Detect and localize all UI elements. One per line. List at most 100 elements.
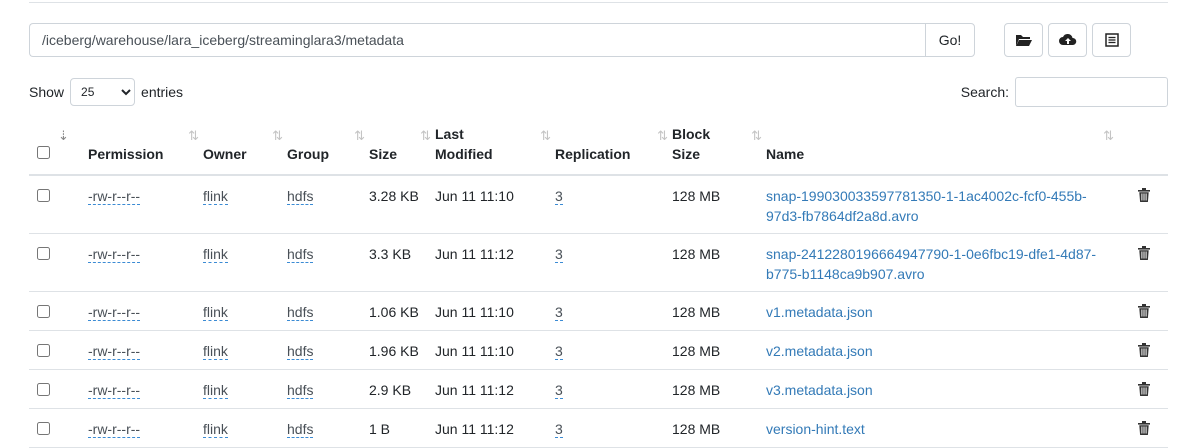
search-input[interactable] [1015, 77, 1168, 107]
file-name-link[interactable]: v2.metadata.json [766, 341, 1116, 361]
owner-link[interactable]: flink [203, 342, 228, 360]
owner-link[interactable]: flink [203, 303, 228, 321]
permission-cell: -rw-r--r-- [88, 369, 203, 409]
permission-link[interactable]: -rw-r--r-- [88, 420, 141, 438]
sort-icon[interactable]: ⇅ [354, 126, 365, 146]
trash-icon[interactable] [1138, 245, 1150, 265]
permission-link[interactable]: -rw-r--r-- [88, 245, 141, 263]
entries-select[interactable]: 25 [70, 78, 136, 106]
row-checkbox[interactable] [37, 304, 50, 318]
header-owner[interactable]: ⇅ Owner [203, 120, 287, 176]
header-block-size[interactable]: ⇅ Block Size [672, 120, 766, 176]
permission-cell: -rw-r--r-- [88, 408, 203, 448]
header-last-modified[interactable]: ⇅ Last Modified [435, 120, 555, 176]
path-input[interactable] [29, 23, 925, 57]
open-folder-button[interactable] [1004, 23, 1043, 57]
sort-icon[interactable]: ⇅ [188, 126, 199, 146]
file-name-link[interactable]: v1.metadata.json [766, 302, 1116, 322]
trash-icon[interactable] [1138, 420, 1150, 440]
row-checkbox[interactable] [37, 382, 50, 396]
replication-cell: 3 [555, 175, 672, 234]
block-size-cell: 128 MB [672, 408, 766, 448]
header-replication[interactable]: ⇅ Replication [555, 120, 672, 176]
view-list-button[interactable] [1092, 23, 1131, 57]
table-row: -rw-r--r-- flink hdfs 1 B Jun 11 11:12 3… [29, 408, 1168, 448]
trash-icon[interactable] [1138, 342, 1150, 362]
replication-link[interactable]: 3 [555, 188, 563, 205]
group-link[interactable]: hdfs [287, 303, 314, 321]
sort-icon[interactable]: ⇅ [751, 126, 762, 146]
name-cell: v3.metadata.json [766, 369, 1138, 409]
name-cell: snap-2412280196664947790-1-0e6fbc19-dfe1… [766, 233, 1138, 292]
replication-link[interactable]: 3 [555, 342, 563, 360]
name-cell: version-hint.text [766, 408, 1138, 448]
name-cell: v2.metadata.json [766, 330, 1138, 370]
replication-link[interactable]: 3 [555, 303, 563, 321]
owner-link[interactable]: flink [203, 188, 228, 205]
header-size[interactable]: ⇅ Size [369, 120, 435, 176]
row-select [29, 175, 88, 234]
replication-link[interactable]: 3 [555, 245, 563, 263]
block-size-cell: 128 MB [672, 291, 766, 331]
permission-cell: -rw-r--r-- [88, 291, 203, 331]
header-block-label: Block [672, 126, 711, 142]
permission-cell: -rw-r--r-- [88, 233, 203, 292]
permission-link[interactable]: -rw-r--r-- [88, 188, 141, 205]
sort-icon[interactable]: ⇅ [272, 126, 283, 146]
row-checkbox[interactable] [37, 343, 50, 357]
show-label: Show [29, 84, 65, 100]
owner-link[interactable]: flink [203, 420, 228, 438]
modified-cell: Jun 11 11:12 [435, 233, 555, 292]
sort-icon[interactable]: ⇅ [540, 126, 551, 146]
actions-cell [1138, 291, 1168, 331]
header-select[interactable]: ⇣ [29, 120, 88, 176]
sort-asc-icon[interactable]: ⇣ [58, 126, 69, 146]
replication-cell: 3 [555, 330, 672, 370]
replication-link[interactable]: 3 [555, 381, 563, 399]
group-link[interactable]: hdfs [287, 342, 314, 360]
group-link[interactable]: hdfs [287, 420, 314, 438]
select-all-checkbox[interactable] [37, 146, 50, 159]
block-size-cell: 128 MB [672, 330, 766, 370]
header-permission[interactable]: ⇅ Permission [88, 120, 203, 176]
go-button[interactable]: Go! [925, 23, 975, 57]
row-checkbox[interactable] [37, 246, 50, 260]
upload-button[interactable] [1048, 23, 1087, 57]
file-name-link[interactable]: v3.metadata.json [766, 380, 1116, 400]
permission-cell: -rw-r--r-- [88, 175, 203, 234]
sort-icon[interactable]: ⇅ [657, 126, 668, 146]
block-size-cell: 128 MB [672, 175, 766, 234]
header-size-label: Size [369, 146, 398, 162]
permission-link[interactable]: -rw-r--r-- [88, 342, 141, 360]
header-group[interactable]: ⇅ Group [287, 120, 369, 176]
size-cell: 1 B [369, 408, 435, 448]
header-modified-label: Modified [435, 146, 493, 162]
owner-link[interactable]: flink [203, 381, 228, 399]
file-name-link[interactable]: snap-2412280196664947790-1-0e6fbc19-dfe1… [766, 244, 1116, 284]
header-name-label: Name [766, 146, 805, 162]
sort-icon[interactable]: ⇅ [1103, 126, 1114, 146]
replication-link[interactable]: 3 [555, 420, 563, 438]
modified-cell: Jun 11 11:10 [435, 291, 555, 331]
block-size-cell: 128 MB [672, 233, 766, 292]
row-checkbox[interactable] [37, 189, 50, 202]
trash-icon[interactable] [1138, 381, 1150, 401]
file-name-link[interactable]: snap-199030033597781350-1-1ac4002c-fcf0-… [766, 186, 1116, 226]
group-link[interactable]: hdfs [287, 188, 314, 205]
sort-icon[interactable]: ⇅ [420, 126, 431, 146]
size-cell: 1.06 KB [369, 291, 435, 331]
actions-cell [1138, 408, 1168, 448]
file-name-link[interactable]: version-hint.text [766, 419, 1116, 439]
trash-icon[interactable] [1138, 303, 1150, 323]
group-link[interactable]: hdfs [287, 245, 314, 263]
row-checkbox[interactable] [37, 421, 50, 435]
owner-cell: flink [203, 330, 287, 370]
permission-link[interactable]: -rw-r--r-- [88, 381, 141, 399]
header-name[interactable]: ⇅ Name [766, 120, 1138, 176]
group-link[interactable]: hdfs [287, 381, 314, 399]
size-cell: 3.3 KB [369, 233, 435, 292]
owner-link[interactable]: flink [203, 245, 228, 263]
trash-icon[interactable] [1138, 187, 1150, 207]
permission-link[interactable]: -rw-r--r-- [88, 303, 141, 321]
size-cell: 2.9 KB [369, 369, 435, 409]
